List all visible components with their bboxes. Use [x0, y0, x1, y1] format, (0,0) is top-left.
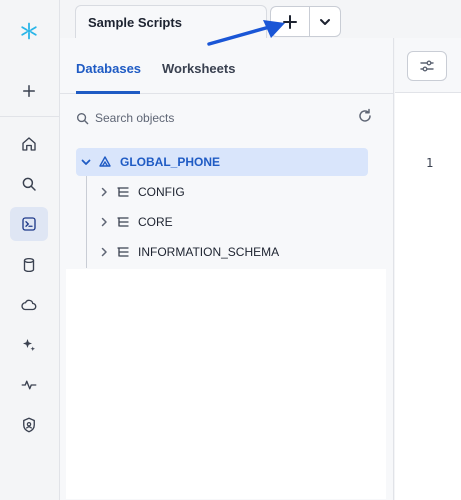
admin-shield-icon[interactable]	[10, 408, 48, 442]
worksheets-terminal-icon[interactable]	[10, 207, 48, 241]
rail-divider	[0, 116, 59, 117]
tree-item-label: GLOBAL_PHONE	[120, 155, 221, 169]
shared-database-icon	[99, 156, 111, 167]
worksheet-options-dropdown[interactable]	[310, 6, 341, 37]
empty-tree-area	[66, 269, 386, 499]
database-icon[interactable]	[10, 248, 48, 282]
chevron-right-icon[interactable]	[98, 246, 110, 258]
search-icon[interactable]	[10, 167, 48, 201]
annotation-arrow-icon	[207, 20, 285, 46]
chevron-right-icon[interactable]	[98, 216, 110, 228]
home-icon[interactable]	[10, 127, 48, 161]
sql-editor[interactable]: 1	[395, 38, 461, 500]
tree-item-config[interactable]: CONFIG	[98, 178, 185, 206]
sliders-icon	[420, 60, 434, 72]
search-objects-field[interactable]: Search objects	[76, 108, 376, 128]
chevron-right-icon[interactable]	[98, 186, 110, 198]
cloud-icon[interactable]	[10, 288, 48, 322]
search-icon	[76, 112, 89, 124]
tree-item-core[interactable]: CORE	[98, 208, 173, 236]
tree-item-label: CONFIG	[138, 185, 185, 199]
schema-icon	[117, 187, 129, 197]
ai-sparkle-icon[interactable]	[10, 328, 48, 362]
chevron-down-icon	[320, 18, 330, 25]
schema-icon	[117, 217, 129, 227]
left-rail	[0, 0, 60, 500]
refresh-icon[interactable]	[357, 108, 373, 124]
tree-item-information-schema[interactable]: INFORMATION_SCHEMA	[98, 238, 279, 266]
tree-item-label: INFORMATION_SCHEMA	[138, 245, 280, 259]
editor-toolbar	[395, 38, 461, 93]
tree-item-global-phone[interactable]: GLOBAL_PHONE	[76, 148, 368, 176]
filter-settings-button[interactable]	[407, 51, 447, 81]
object-explorer-panel: Databases Worksheets Search objects GLOB…	[60, 38, 394, 500]
activity-pulse-icon[interactable]	[10, 368, 48, 402]
chevron-down-icon[interactable]	[80, 156, 92, 168]
create-plus-icon[interactable]	[10, 74, 48, 108]
tab-databases[interactable]: Databases	[76, 61, 141, 76]
snowflake-logo-icon[interactable]	[10, 14, 48, 48]
active-tab-indicator	[76, 91, 140, 94]
editor-line-number: 1	[426, 156, 434, 170]
search-placeholder: Search objects	[95, 111, 175, 125]
tree-item-label: CORE	[138, 215, 173, 229]
tree-guide-line	[86, 176, 87, 268]
tab-worksheets[interactable]: Worksheets	[162, 61, 235, 76]
worksheet-tab-title: Sample Scripts	[88, 15, 182, 30]
snowflake-logo-svg	[21, 22, 37, 40]
schema-icon	[117, 247, 129, 257]
snowflake-worksheet-app: Sample Scripts Databases Worksheets Sear…	[0, 0, 461, 500]
